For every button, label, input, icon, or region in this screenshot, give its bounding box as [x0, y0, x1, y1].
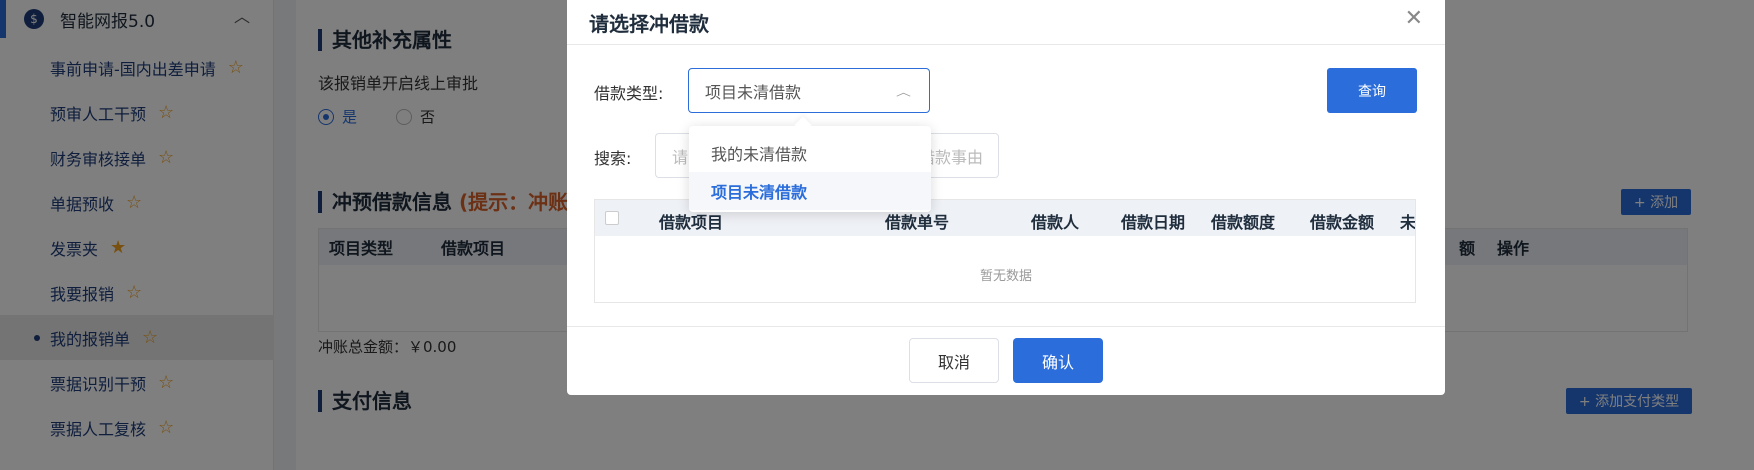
search-placeholder: 请: [672, 147, 689, 167]
loan-type-label: 借款类型:: [594, 84, 664, 103]
col-borrower: 借款人: [1031, 213, 1080, 232]
col-loan-limit: 借款额度: [1211, 213, 1276, 232]
chevron-up-icon: ︿: [895, 85, 911, 99]
loan-table: 借款项目 借款单号 借款人 借款日期 借款额度 借款金额 未 暂无数据: [594, 199, 1416, 303]
divider: [567, 44, 1445, 45]
empty-state: 暂无数据: [979, 269, 1032, 284]
col-loan-date: 借款日期: [1121, 213, 1186, 232]
col-loan-project: 借款项目: [659, 213, 724, 232]
search-reason-input[interactable]: 借款事由: [919, 133, 999, 178]
close-icon[interactable]: ✕: [1405, 6, 1423, 31]
select-all-checkbox[interactable]: [605, 211, 619, 225]
col-outstanding: 未: [1400, 213, 1416, 232]
cancel-button[interactable]: 取消: [909, 338, 999, 383]
divider: [567, 326, 1445, 327]
confirm-button[interactable]: 确认: [1013, 338, 1103, 383]
dropdown-option-my-loans[interactable]: 我的未清借款: [689, 134, 931, 172]
dialog-title: 请选择冲借款: [589, 12, 709, 36]
query-button[interactable]: 查询: [1327, 68, 1417, 113]
loan-type-select[interactable]: 项目未清借款 ︿: [688, 68, 930, 113]
loan-type-dropdown: 我的未清借款 项目未清借款: [689, 126, 931, 212]
col-loan-number: 借款单号: [885, 213, 950, 232]
loan-type-value: 项目未清借款: [705, 82, 802, 102]
search-label: 搜索:: [594, 149, 632, 168]
col-loan-amount: 借款金额: [1310, 213, 1375, 232]
dropdown-option-project-loans[interactable]: 项目未清借款: [689, 172, 931, 210]
